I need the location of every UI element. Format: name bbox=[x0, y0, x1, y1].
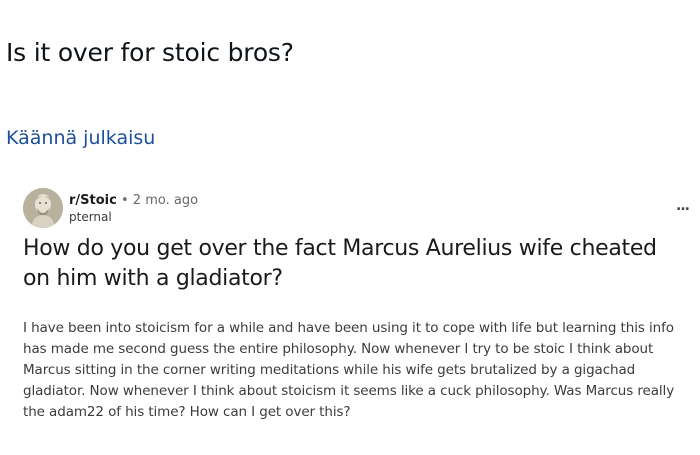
post-text: Is it over for stoic bros? bbox=[6, 38, 294, 67]
username[interactable]: pternal bbox=[69, 210, 112, 224]
meta-separator: • bbox=[120, 193, 129, 208]
bust-statue-avatar-icon bbox=[23, 188, 63, 228]
post-time: 2 mo. ago bbox=[132, 193, 199, 208]
reddit-post-title[interactable]: How do you get over the fact Marcus Aure… bbox=[23, 234, 683, 294]
post-page: Is it over for stoic bros? Käännä julkai… bbox=[0, 0, 700, 455]
more-options-icon[interactable]: ... bbox=[676, 198, 690, 214]
subreddit-link[interactable]: r/Stoic bbox=[69, 193, 117, 208]
reddit-post-body: I have been into stoicism for a while an… bbox=[23, 320, 675, 420]
post-meta: r/Stoic • 2 mo. ago bbox=[69, 192, 198, 209]
translate-post-link[interactable]: Käännä julkaisu bbox=[6, 127, 155, 149]
embedded-reddit-screenshot[interactable]: r/Stoic • 2 mo. ago pternal ... How do y… bbox=[5, 178, 697, 440]
